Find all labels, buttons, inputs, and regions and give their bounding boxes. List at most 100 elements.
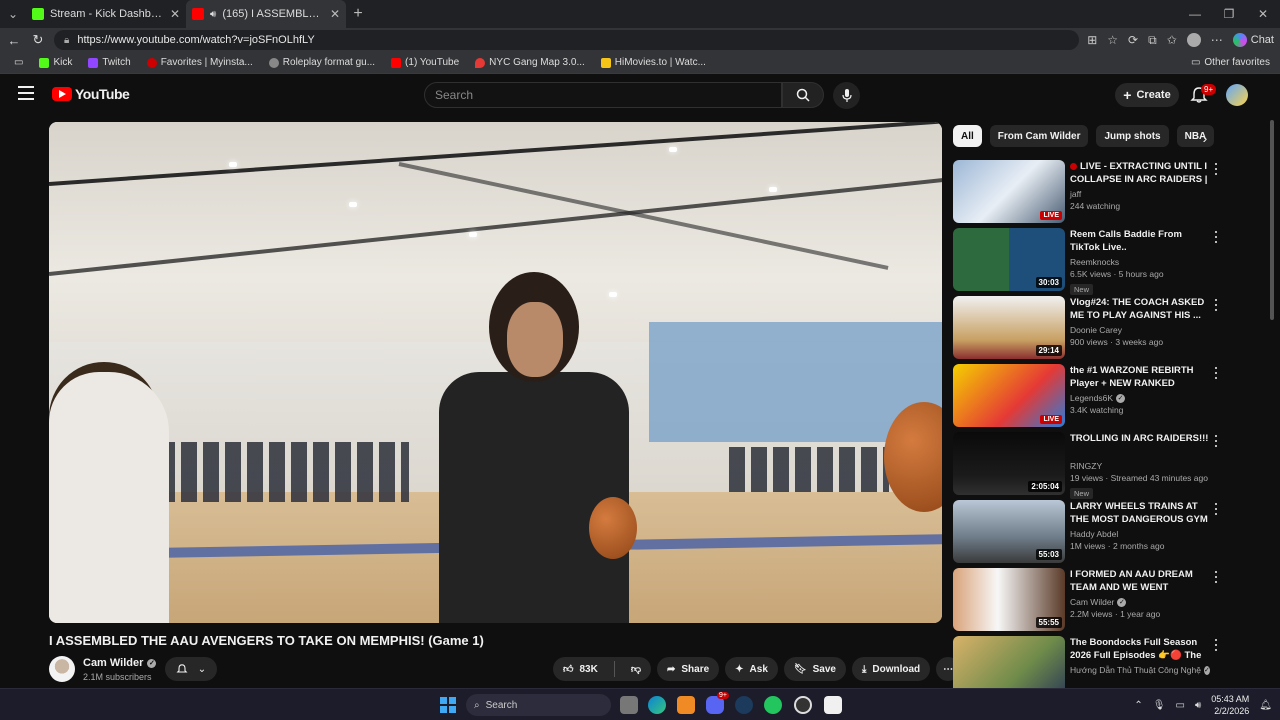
recommendation-item[interactable]: 2:05:04 TROLLING IN ARC RAIDERS!!! RINGZ… <box>953 432 1223 500</box>
refresh-button[interactable]: ↻ <box>30 32 46 48</box>
favorites-icon[interactable]: ✩ <box>1167 33 1177 47</box>
microphone-icon[interactable]: 🎙︎ <box>1153 700 1166 711</box>
bookmark-kick[interactable]: Kick <box>31 57 80 68</box>
back-button[interactable]: ← <box>6 33 22 48</box>
recommendation-title[interactable]: LIVE - EXTRACTING UNTIL I COLLAPSE IN AR… <box>1070 160 1210 186</box>
taskbar-search[interactable]: ⌕ Search <box>466 694 611 716</box>
channel-name-link[interactable]: Cam Wilder ✓ <box>83 657 157 669</box>
close-window-button[interactable]: ✕ <box>1246 0 1280 28</box>
download-button[interactable]: ⤓ Download <box>851 657 931 681</box>
more-options-icon[interactable]: ⋯ <box>1211 33 1223 47</box>
recommendation-item[interactable]: 29:14 Vlog#24: THE COACH ASKED ME TO PLA… <box>953 296 1223 364</box>
recommendation-title[interactable]: I FORMED AN AAU DREAM TEAM AND WE WENT I… <box>1070 568 1210 594</box>
network-icon[interactable]: ▭ <box>1176 700 1185 711</box>
more-vertical-icon[interactable] <box>1211 638 1221 652</box>
ask-button[interactable]: ✦ Ask <box>725 657 778 681</box>
chevron-up-icon[interactable]: ⌃ <box>1134 700 1142 711</box>
recommendation-channel[interactable]: jaff <box>1070 189 1210 199</box>
minimize-button[interactable]: — <box>1178 0 1212 28</box>
share-button[interactable]: ➦ Share <box>656 657 720 681</box>
recommendation-channel[interactable]: Haddy Abdel <box>1070 529 1210 539</box>
recommendation-channel[interactable]: RINGZY <box>1070 461 1210 471</box>
system-clock[interactable]: 05:43 AM 2/2/2026 <box>1211 693 1249 717</box>
channel-avatar[interactable] <box>49 656 75 682</box>
chevron-right-icon[interactable]: › <box>1196 129 1214 147</box>
video-thumbnail[interactable]: 55:55 <box>953 568 1065 631</box>
hamburger-menu-icon[interactable] <box>18 86 34 100</box>
more-vertical-icon[interactable] <box>1211 298 1221 312</box>
recommendation-title[interactable]: Vlog#24: THE COACH ASKED ME TO PLAY AGAI… <box>1070 296 1210 322</box>
more-vertical-icon[interactable] <box>1211 502 1221 516</box>
search-input[interactable]: Search <box>424 82 782 108</box>
recommendation-title[interactable]: the #1 WARZONE REBIRTH Player + NEW RANK… <box>1070 364 1210 390</box>
recommendation-channel[interactable]: Reemknocks <box>1070 257 1210 267</box>
video-player[interactable] <box>49 122 942 623</box>
like-button[interactable]: 👍︎ 83K <box>553 657 608 681</box>
other-favorites[interactable]: ▭ Other favorites <box>1191 57 1274 68</box>
tab-kick-dashboard[interactable]: Stream - Kick Dashboard ✕ <box>26 0 186 28</box>
speaker-icon[interactable]: 🔊︎ <box>210 9 216 20</box>
notepad-icon[interactable] <box>824 696 842 714</box>
copilot-chat-button[interactable]: Chat <box>1232 33 1274 47</box>
file-explorer-icon[interactable] <box>620 696 638 714</box>
recommendation-channel[interactable]: Doonie Carey <box>1070 325 1210 335</box>
page-scrollbar[interactable] <box>1270 120 1274 320</box>
steam-icon[interactable] <box>735 696 753 714</box>
obs-icon[interactable] <box>794 696 812 714</box>
subscription-notifications-button[interactable]: ⌄ <box>165 657 217 681</box>
dislike-button[interactable]: 👎︎ <box>621 657 651 681</box>
video-thumbnail[interactable]: 2:05:04 <box>953 432 1065 495</box>
tab-actions-menu-icon[interactable]: ⌄ <box>0 0 26 28</box>
more-vertical-icon[interactable] <box>1211 434 1221 448</box>
video-thumbnail[interactable]: LIVE <box>953 160 1065 223</box>
close-tab-icon[interactable]: ✕ <box>170 7 180 21</box>
recommendation-item[interactable]: LIVE the #1 WARZONE REBIRTH Player + NEW… <box>953 364 1223 432</box>
recommendation-item[interactable]: LIVE LIVE - EXTRACTING UNTIL I COLLAPSE … <box>953 160 1223 228</box>
chip-jump-shots[interactable]: Jump shots <box>1096 125 1169 147</box>
app-icon[interactable] <box>764 696 782 714</box>
more-vertical-icon[interactable] <box>1211 162 1221 176</box>
app-icon[interactable] <box>677 696 695 714</box>
voice-search-button[interactable] <box>833 82 860 109</box>
windows-start-icon[interactable] <box>440 697 456 713</box>
video-thumbnail[interactable]: 29:14 <box>953 296 1065 359</box>
bookmark-roleplay[interactable]: Roleplay format gu... <box>261 57 383 68</box>
recommendation-title[interactable]: The Boondocks Full Season 2026 Full Epis… <box>1070 636 1210 662</box>
save-button[interactable]: 🔖︎ Save <box>783 657 846 681</box>
edge-browser-icon[interactable] <box>648 696 666 714</box>
recommendation-channel[interactable]: Legends6K ✓ <box>1070 393 1210 403</box>
profile-avatar-icon[interactable] <box>1186 33 1201 47</box>
create-button[interactable]: + Create <box>1115 83 1179 107</box>
tab-youtube-video[interactable]: 🔊︎ (165) I ASSEMBLED THE AAU AVENGERS ✕ <box>186 0 346 28</box>
account-avatar[interactable] <box>1226 84 1248 106</box>
more-vertical-icon[interactable] <box>1211 366 1221 380</box>
close-tab-icon[interactable]: ✕ <box>330 7 340 21</box>
recommendation-title[interactable]: TROLLING IN ARC RAIDERS!!! <box>1070 432 1210 458</box>
maximize-button[interactable]: ❐ <box>1212 0 1246 28</box>
bookmark-himovies[interactable]: HiMovies.to | Watc... <box>593 57 714 68</box>
chip-from-channel[interactable]: From Cam Wilder <box>989 125 1089 147</box>
extensions-icon[interactable]: ⟳ <box>1128 33 1138 47</box>
volume-icon[interactable]: 🔊︎ <box>1195 700 1201 711</box>
notification-center-icon[interactable]: 🔔︎ <box>1259 700 1272 711</box>
more-vertical-icon[interactable] <box>1211 230 1221 244</box>
recommendation-channel[interactable]: Cam Wilder ✓ <box>1070 597 1210 607</box>
bookmarks-menu-icon[interactable]: ▭ <box>6 57 31 68</box>
search-button[interactable] <box>782 82 824 108</box>
video-thumbnail[interactable]: 30:03 <box>953 228 1065 291</box>
youtube-logo[interactable]: YouTube <box>52 86 130 102</box>
recommendation-title[interactable]: LARRY WHEELS TRAINS AT THE MOST DANGEROU… <box>1070 500 1210 526</box>
bookmark-twitch[interactable]: Twitch <box>80 57 138 68</box>
video-thumbnail[interactable]: 55:03 <box>953 500 1065 563</box>
split-screen-icon[interactable]: ⧉ <box>1148 33 1157 48</box>
recommendation-item[interactable]: 55:55 I FORMED AN AAU DREAM TEAM AND WE … <box>953 568 1223 636</box>
url-field[interactable]: 🔒︎ https://www.youtube.com/watch?v=joSFn… <box>54 30 1080 50</box>
recommendation-item[interactable]: 55:03 LARRY WHEELS TRAINS AT THE MOST DA… <box>953 500 1223 568</box>
recommendation-item[interactable]: 30:03 Reem Calls Baddie From TikTok Live… <box>953 228 1223 296</box>
app-available-icon[interactable]: ⊞ <box>1087 33 1097 47</box>
new-tab-button[interactable]: + <box>346 5 370 23</box>
favorite-star-icon[interactable]: ☆ <box>1107 33 1118 47</box>
bookmark-myinsta[interactable]: Favorites | Myinsta... <box>139 57 261 68</box>
lock-icon[interactable]: 🔒︎ <box>64 35 69 46</box>
recommendation-channel[interactable]: Hướng Dẫn Thủ Thuật Công Nghệ ✓ <box>1070 665 1210 675</box>
